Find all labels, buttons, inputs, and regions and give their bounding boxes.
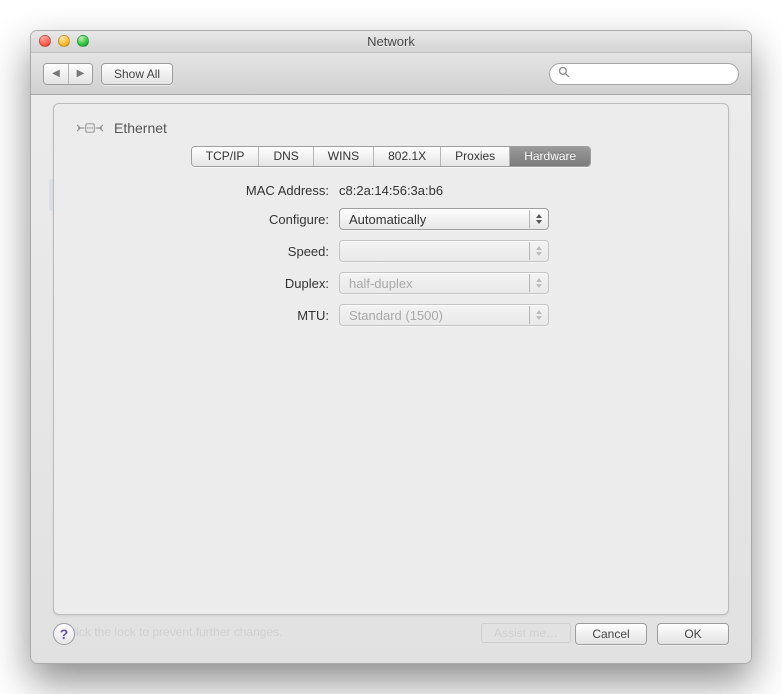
cancel-button[interactable]: Cancel — [575, 623, 647, 645]
mtu-popup: Standard (1500) — [339, 304, 549, 326]
mtu-value: Standard (1500) — [349, 308, 443, 323]
chevron-updown-icon — [529, 274, 547, 292]
search-field[interactable] — [549, 63, 739, 85]
advanced-sheet: Ethernet TCP/IP DNS WINS 802.1X Proxies … — [53, 103, 729, 615]
chevron-updown-icon — [529, 306, 547, 324]
sheet-footer: ? Cancel OK — [53, 617, 729, 651]
speed-popup — [339, 240, 549, 262]
toolbar: ◀ ▶ Show All — [31, 53, 751, 95]
window-title: Network — [367, 34, 415, 49]
search-input[interactable] — [575, 67, 730, 81]
tab-wins[interactable]: WINS — [313, 147, 373, 166]
duplex-popup: half-duplex — [339, 272, 549, 294]
ok-button[interactable]: OK — [657, 623, 729, 645]
chevron-updown-icon — [529, 242, 547, 260]
tab-8021x[interactable]: 802.1X — [373, 147, 440, 166]
help-button[interactable]: ? — [53, 623, 75, 645]
sheet-title: Ethernet — [114, 120, 167, 136]
configure-popup[interactable]: Automatically — [339, 208, 549, 230]
zoom-icon[interactable] — [77, 35, 89, 47]
hardware-form: MAC Address: c8:2a:14:56:3a:b6 Configure… — [74, 183, 708, 326]
chevron-updown-icon — [529, 210, 547, 228]
speed-label: Speed: — [74, 244, 329, 259]
tab-dns[interactable]: DNS — [258, 147, 312, 166]
mac-address-value: c8:2a:14:56:3a:b6 — [339, 183, 569, 198]
mac-address-label: MAC Address: — [74, 183, 329, 198]
configure-value: Automatically — [349, 212, 426, 227]
network-preferences-window: Network ◀ ▶ Show All Location: Home Wi-F… — [30, 30, 752, 664]
ethernet-icon — [76, 118, 104, 138]
show-all-button[interactable]: Show All — [101, 63, 173, 85]
tab-hardware[interactable]: Hardware — [509, 147, 590, 166]
tab-proxies[interactable]: Proxies — [440, 147, 509, 166]
content-area: Location: Home Wi-Fi Ethernet FireWire B… — [31, 95, 751, 663]
close-icon[interactable] — [39, 35, 51, 47]
duplex-value: half-duplex — [349, 276, 413, 291]
tab-bar: TCP/IP DNS WINS 802.1X Proxies Hardware — [74, 146, 708, 167]
forward-button[interactable]: ▶ — [68, 64, 92, 84]
tab-tcpip[interactable]: TCP/IP — [192, 147, 259, 166]
search-icon — [558, 66, 570, 81]
titlebar: Network — [31, 31, 751, 53]
nav-buttons: ◀ ▶ — [43, 63, 93, 85]
duplex-label: Duplex: — [74, 276, 329, 291]
minimize-icon[interactable] — [58, 35, 70, 47]
window-controls — [39, 35, 89, 47]
back-button[interactable]: ◀ — [44, 64, 68, 84]
configure-label: Configure: — [74, 212, 329, 227]
mtu-label: MTU: — [74, 308, 329, 323]
